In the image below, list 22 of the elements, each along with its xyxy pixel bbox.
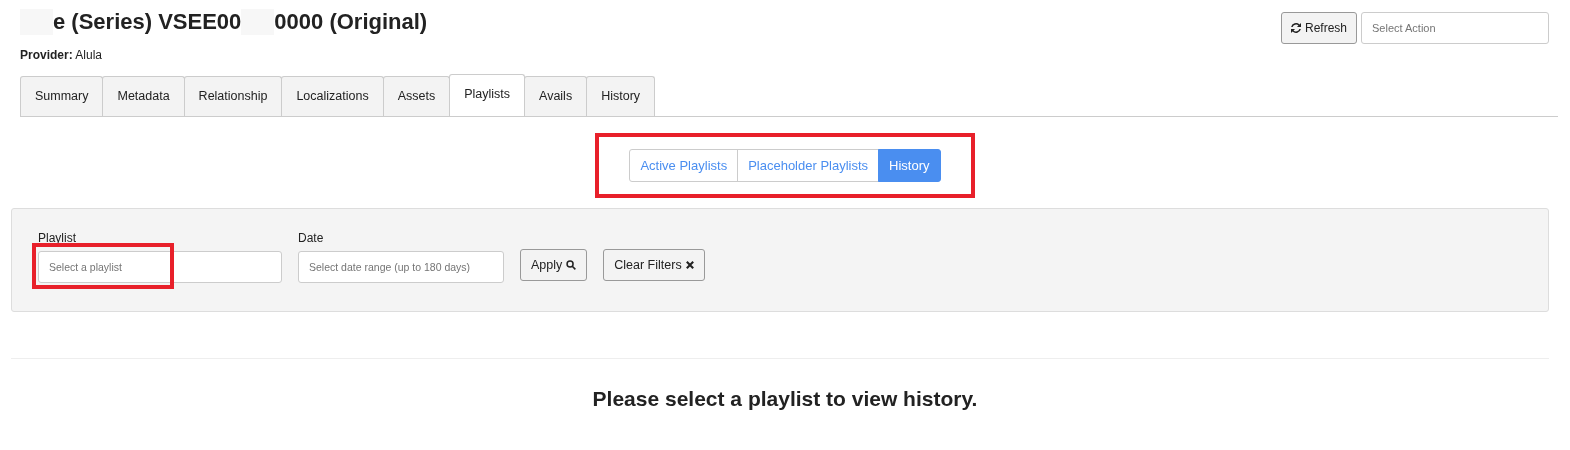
date-range-field[interactable]: Select date range (up to 180 days)	[298, 251, 504, 284]
refresh-button[interactable]: Refresh	[1280, 12, 1357, 44]
apply-button[interactable]: Apply	[520, 248, 588, 282]
provider-text: Provider: Alula	[20, 47, 104, 64]
refresh-icon	[1290, 23, 1301, 33]
page-title: e (Series) VSEE00	[53, 8, 242, 36]
tab[interactable]: Relationship	[183, 76, 283, 116]
search-icon	[566, 259, 577, 270]
close-icon	[685, 260, 694, 269]
select-action-field[interactable]: Select Action	[1361, 12, 1549, 44]
page-title-end: 0000 (Original)	[274, 8, 428, 36]
playlist-field[interactable]: Select a playlist	[38, 251, 282, 284]
empty-message: Please select a playlist to view history.	[591, 386, 979, 413]
clear-filters-button[interactable]: Clear Filters	[603, 248, 705, 282]
tab[interactable]: Summary	[20, 76, 104, 116]
tab[interactable]: Avails	[524, 76, 588, 116]
tab[interactable]: Localizations	[281, 76, 384, 116]
field-label: Playlist	[38, 230, 77, 248]
tab[interactable]: History	[586, 76, 656, 116]
field-label: Date	[298, 230, 325, 248]
tab[interactable]: Metadata	[102, 76, 185, 116]
tab[interactable]: Assets	[382, 76, 451, 116]
